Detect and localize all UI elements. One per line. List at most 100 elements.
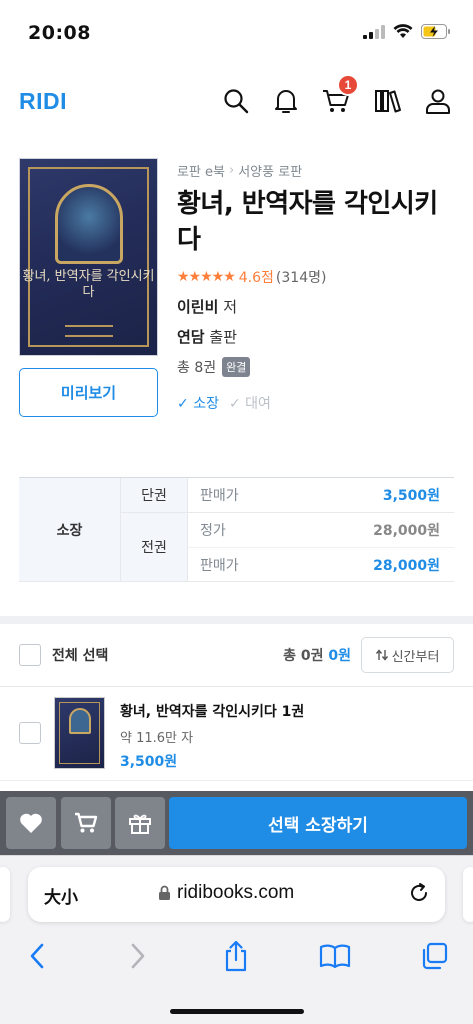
- ridi-logo[interactable]: RIDI: [19, 88, 67, 115]
- library-button[interactable]: [373, 86, 403, 116]
- next-tab-peek[interactable]: [463, 867, 473, 922]
- cover-decoration: [65, 325, 113, 337]
- price-row-full: 전권 정가 28,000원 판매가 28,000원: [121, 513, 454, 581]
- cover-title: 황녀, 반역자를 각인시키다: [22, 269, 155, 300]
- status-icons: [363, 24, 451, 39]
- publisher-line: 연담 출판: [177, 326, 457, 350]
- sale-price-cell: 판매가 28,000원: [188, 547, 454, 581]
- status-time: 20:08: [28, 22, 91, 44]
- select-all-checkbox[interactable]: [19, 644, 41, 666]
- list-item[interactable]: 황녀, 반역자를 각인시키다 1권 약 11.6만 자 3,500원: [0, 687, 473, 781]
- review-count[interactable]: (314명): [276, 267, 327, 287]
- select-all-label[interactable]: 전체 선택: [52, 645, 108, 665]
- own-label: 소장: [193, 396, 219, 412]
- search-button[interactable]: [221, 86, 251, 116]
- author-suffix: 저: [223, 298, 237, 316]
- user-icon: [426, 89, 450, 114]
- total-count: 0권: [300, 648, 324, 664]
- sort-button[interactable]: 신간부터: [361, 637, 454, 673]
- cart-button[interactable]: 1: [321, 74, 359, 116]
- volume-info: 총 8권 완결: [177, 356, 457, 378]
- volume-count: 총 8권: [177, 360, 217, 376]
- star-rating-icon: ★★★★★: [177, 269, 236, 285]
- sort-label: 신간부터: [391, 649, 440, 665]
- total-prefix: 총: [283, 648, 296, 664]
- total-price: 0원: [328, 648, 351, 664]
- cover-ornament: [55, 184, 123, 264]
- cart-count-badge: 1: [337, 74, 359, 96]
- check-icon: ✓: [177, 396, 189, 412]
- breadcrumb: 로판 e북 › 서양풍 로판: [177, 158, 457, 182]
- share-button[interactable]: [216, 936, 256, 976]
- library-books-icon: [375, 90, 401, 113]
- breadcrumb-subcategory[interactable]: 서양풍 로판: [238, 161, 302, 180]
- preview-button[interactable]: 미리보기: [19, 368, 158, 417]
- rating-score: 4.6점: [238, 270, 274, 286]
- back-button[interactable]: [17, 936, 57, 976]
- gift-button[interactable]: [115, 797, 165, 849]
- single-price-cell: 판매가 3,500원: [188, 478, 454, 512]
- search-icon: [224, 89, 249, 114]
- price-group-label: 소장: [19, 478, 121, 581]
- cart-icon: [75, 812, 98, 833]
- rent-label: 대여: [245, 396, 271, 412]
- own-availability: ✓ 소장: [177, 393, 219, 413]
- chevron-right-icon: [131, 943, 145, 969]
- forward-button[interactable]: [118, 936, 158, 976]
- publisher-suffix: 출판: [209, 328, 237, 346]
- notification-button[interactable]: [271, 86, 301, 116]
- address-bar[interactable]: 大小 ridibooks.com: [28, 867, 445, 922]
- list-price-cell: 정가 28,000원: [188, 513, 454, 547]
- rating: ★★★★★ 4.6점 (314명): [177, 266, 457, 288]
- sale-price-label: 판매가: [200, 557, 239, 574]
- sort-arrows-icon: [375, 649, 388, 661]
- book-icon: [319, 944, 351, 969]
- book-info: 로판 e북 › 서양풍 로판 황녀, 반역자를 각인시키다 ★★★★★ 4.6점…: [177, 158, 457, 414]
- availability: ✓ 소장 ✓ 대여: [177, 392, 457, 414]
- heart-icon: [20, 813, 42, 833]
- author-name[interactable]: 이린비: [177, 298, 218, 316]
- share-icon: [225, 940, 247, 972]
- breadcrumb-category[interactable]: 로판 e북: [177, 161, 225, 180]
- list-price-label: 정가: [200, 523, 226, 539]
- gift-icon: [129, 814, 151, 834]
- publisher-name[interactable]: 연담: [177, 328, 205, 346]
- bookmarks-button[interactable]: [315, 936, 355, 976]
- url-display[interactable]: ridibooks.com: [158, 882, 294, 904]
- single-price: 3,500원: [382, 488, 440, 504]
- book-cover[interactable]: 황녀, 반역자를 각인시키다: [19, 158, 158, 356]
- rent-availability: ✓ 대여: [229, 393, 271, 413]
- wishlist-button[interactable]: [6, 797, 56, 849]
- item-title: 황녀, 반역자를 각인시키다 1권: [120, 704, 305, 720]
- reload-button[interactable]: [407, 881, 431, 909]
- sale-price: 28,000원: [373, 557, 440, 574]
- item-price: 3,500원: [120, 754, 178, 770]
- buy-selected-button[interactable]: 선택 소장하기: [169, 797, 467, 849]
- home-indicator[interactable]: [170, 1009, 304, 1014]
- bell-icon: [275, 90, 297, 113]
- single-price-label: 판매가: [200, 488, 239, 504]
- text-size-button[interactable]: 大小: [44, 883, 78, 908]
- book-title: 황녀, 반역자를 각인시키다: [177, 189, 438, 255]
- lock-icon: [159, 885, 170, 900]
- price-table: 소장 단권 판매가 3,500원 전권 정가 28,000원 판매가 28,00…: [19, 477, 454, 582]
- my-account-button[interactable]: [423, 86, 453, 116]
- price-rows: 단권 판매가 3,500원 전권 정가 28,000원 판매가 28,000원: [121, 478, 454, 581]
- tabs-button[interactable]: [414, 936, 454, 976]
- url-text: ridibooks.com: [177, 882, 295, 903]
- add-to-cart-button[interactable]: [61, 797, 111, 849]
- chevron-right-icon: ›: [229, 162, 235, 178]
- item-thumbnail: [54, 697, 105, 769]
- tabs-icon: [422, 942, 448, 970]
- item-checkbox[interactable]: [19, 722, 41, 744]
- previous-tab-peek[interactable]: [0, 867, 10, 922]
- single-label: 단권: [121, 478, 188, 512]
- check-icon: ✓: [228, 396, 241, 412]
- book-detail: 황녀, 반역자를 각인시키다 미리보기 로판 e북 › 서양풍 로판 황녀, 반…: [0, 158, 473, 458]
- thumbnail-ornament: [69, 708, 91, 734]
- reload-icon: [411, 883, 427, 901]
- author-line: 이린비 저: [177, 296, 457, 320]
- list-price: 28,000원: [373, 523, 440, 539]
- chevron-left-icon: [30, 943, 44, 969]
- status-bar: 20:08: [0, 0, 473, 64]
